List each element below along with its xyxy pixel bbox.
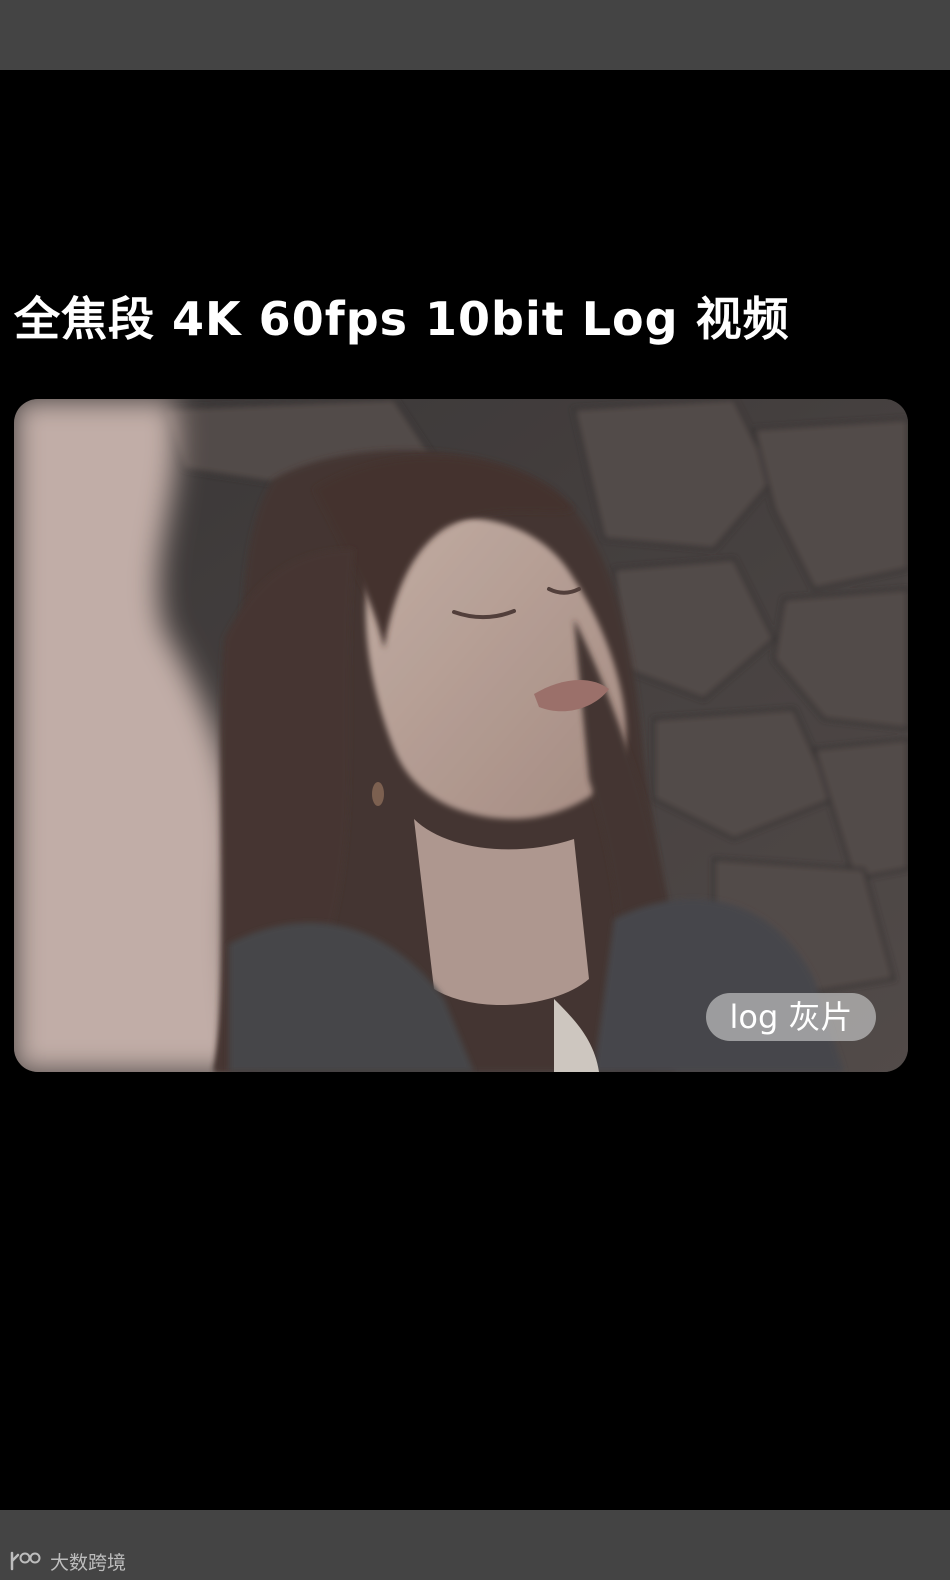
watermark-brand: 大数跨境 (50, 1551, 127, 1574)
bottom-frame-bar (0, 1510, 950, 1580)
watermark: 大数跨境 (8, 1547, 126, 1575)
log-gray-badge: log 灰片 (706, 993, 876, 1041)
page-headline: 全焦段 4K 60fps 10bit Log 视频 (14, 292, 790, 346)
photo-illustration (14, 399, 908, 1072)
log-footage-photo (14, 399, 908, 1072)
top-frame-bar (0, 0, 950, 70)
watermark-logo-icon (10, 1551, 41, 1571)
